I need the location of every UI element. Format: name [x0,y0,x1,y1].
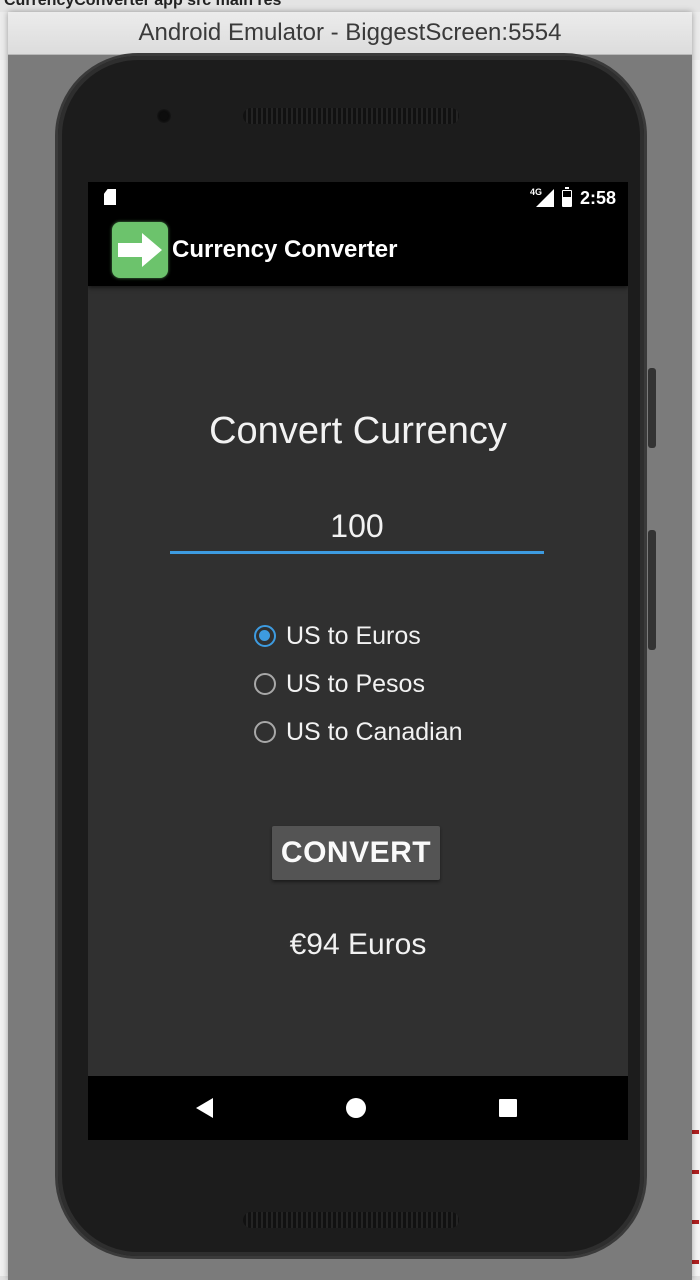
sd-card-icon [104,189,116,205]
error-marker [691,1130,699,1134]
conversion-result: €94 Euros [289,928,427,961]
amount-input[interactable] [170,502,544,554]
error-marker [691,1170,699,1174]
radio-button-unchecked-icon[interactable] [254,673,276,695]
navigation-bar [88,1076,628,1140]
radio-option-us-to-euros[interactable]: US to Euros [254,612,514,660]
phone-frame: 4G 2:58 Currency Converter Convert Curre… [58,56,656,1256]
emulator-window: Android Emulator - BiggestScreen:5554 4G… [8,12,692,1280]
convert-button[interactable]: CONVERT [272,826,440,880]
radio-button-unchecked-icon[interactable] [254,721,276,743]
power-button[interactable] [648,530,656,650]
battery-icon [561,186,572,207]
nav-back-button[interactable] [172,1076,236,1140]
radio-option-us-to-canadian[interactable]: US to Canadian [254,708,514,756]
error-marker [691,1260,699,1264]
page-title: Convert Currency [209,410,507,452]
front-camera [156,108,172,124]
status-indicators: 4G 2:58 [530,182,616,214]
app-bar: Currency Converter [88,214,628,286]
status-bar: 4G 2:58 [88,182,628,214]
back-triangle-icon [195,1098,213,1118]
error-marker [691,1220,699,1224]
radio-label[interactable]: US to Pesos [286,670,425,699]
volume-button[interactable] [648,368,656,448]
bottom-speaker-grille [243,1212,459,1228]
app-title: Currency Converter [172,236,398,263]
radio-option-us-to-pesos[interactable]: US to Pesos [254,660,514,708]
main-content: Convert Currency US to Euros US to Pesos… [88,286,628,1076]
window-title: Android Emulator - BiggestScreen:5554 [138,19,562,46]
home-circle-icon [346,1098,366,1118]
top-speaker-grille [243,108,459,124]
status-time: 2:58 [579,187,616,208]
arrow-right-icon [112,222,168,278]
radio-label[interactable]: US to Canadian [286,718,463,747]
radio-label[interactable]: US to Euros [286,622,421,651]
recent-apps-square-icon [499,1099,517,1117]
ide-breadcrumb-text: CurrencyConverter app src main res [4,0,282,9]
nav-home-button[interactable] [324,1076,388,1140]
ide-breadcrumb: CurrencyConverter app src main res [0,0,700,12]
radio-button-checked-icon[interactable] [254,625,276,647]
currency-radio-group: US to Euros US to Pesos US to Canadian [254,612,514,756]
device-screen: 4G 2:58 Currency Converter Convert Curre… [88,182,628,1140]
nav-recent-apps-button[interactable] [476,1076,540,1140]
signal-icon: 4G [530,187,554,207]
emulator-titlebar[interactable]: Android Emulator - BiggestScreen:5554 [8,12,692,55]
